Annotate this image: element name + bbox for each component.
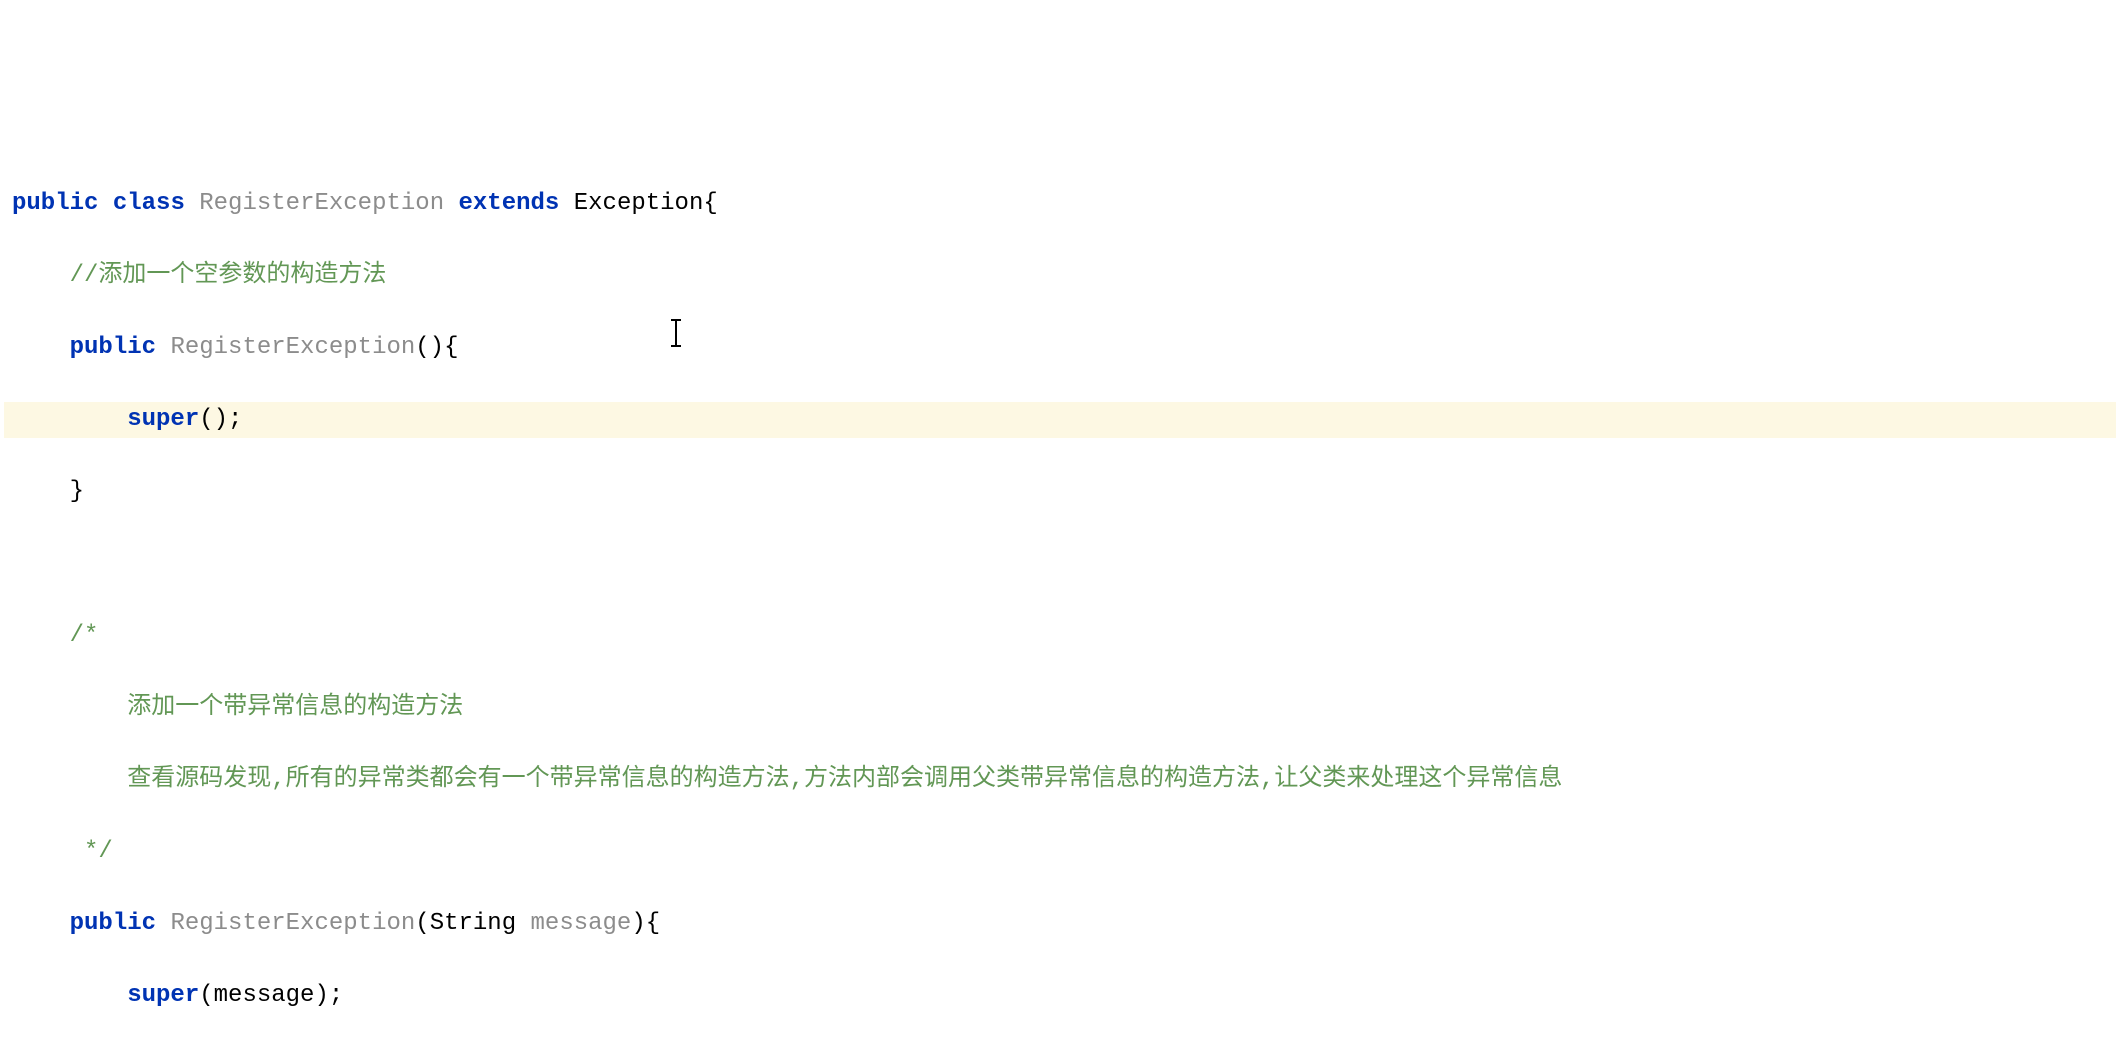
keyword-public: public — [12, 190, 98, 217]
block-comment-close: */ — [84, 838, 113, 865]
block-comment-text: 添加一个带异常信息的构造方法 — [127, 694, 463, 721]
code-line-3[interactable]: public RegisterException(){ — [4, 330, 2116, 366]
super-call-tail: (); — [199, 406, 242, 433]
code-line-7[interactable]: /* — [4, 618, 2116, 654]
code-line-6-blank[interactable] — [4, 546, 2116, 582]
code-line-4-highlighted[interactable]: super(); — [4, 402, 2116, 438]
super-call-tail: (message); — [199, 982, 343, 1009]
line-comment: //添加一个空参数的构造方法 — [70, 262, 387, 289]
code-line-10[interactable]: */ — [4, 834, 2116, 870]
code-line-8[interactable]: 添加一个带异常信息的构造方法 — [4, 690, 2116, 726]
code-line-11[interactable]: public RegisterException(String message)… — [4, 906, 2116, 942]
code-editor[interactable]: public class RegisterException extends E… — [4, 150, 2116, 1040]
param-name: message — [531, 910, 632, 937]
code-line-1[interactable]: public class RegisterException extends E… — [4, 186, 2116, 222]
keyword-extends: extends — [459, 190, 560, 217]
code-line-12[interactable]: super(message); — [4, 978, 2116, 1014]
paren-close-brace: ){ — [631, 910, 660, 937]
brace-open: { — [703, 190, 717, 217]
keyword-public: public — [70, 910, 156, 937]
block-comment-text: 查看源码发现,所有的异常类都会有一个带异常信息的构造方法,方法内部会调用父类带异… — [127, 766, 1562, 793]
constructor-identifier: RegisterException — [170, 910, 415, 937]
keyword-super: super — [127, 406, 199, 433]
parens-brace: (){ — [415, 334, 458, 361]
code-line-5[interactable]: } — [4, 474, 2116, 510]
text-cursor-icon — [675, 333, 676, 361]
keyword-public: public — [70, 334, 156, 361]
param-type: String — [430, 910, 516, 937]
code-line-9[interactable]: 查看源码发现,所有的异常类都会有一个带异常信息的构造方法,方法内部会调用父类带异… — [4, 762, 2116, 798]
superclass-identifier: Exception — [574, 190, 704, 217]
paren-open: ( — [415, 910, 429, 937]
keyword-super: super — [127, 982, 199, 1009]
brace-close: } — [70, 478, 84, 505]
code-line-2[interactable]: //添加一个空参数的构造方法 — [4, 258, 2116, 294]
class-identifier: RegisterException — [199, 190, 444, 217]
block-comment-open: /* — [70, 622, 99, 649]
constructor-identifier: RegisterException — [170, 334, 415, 361]
keyword-class: class — [113, 190, 185, 217]
